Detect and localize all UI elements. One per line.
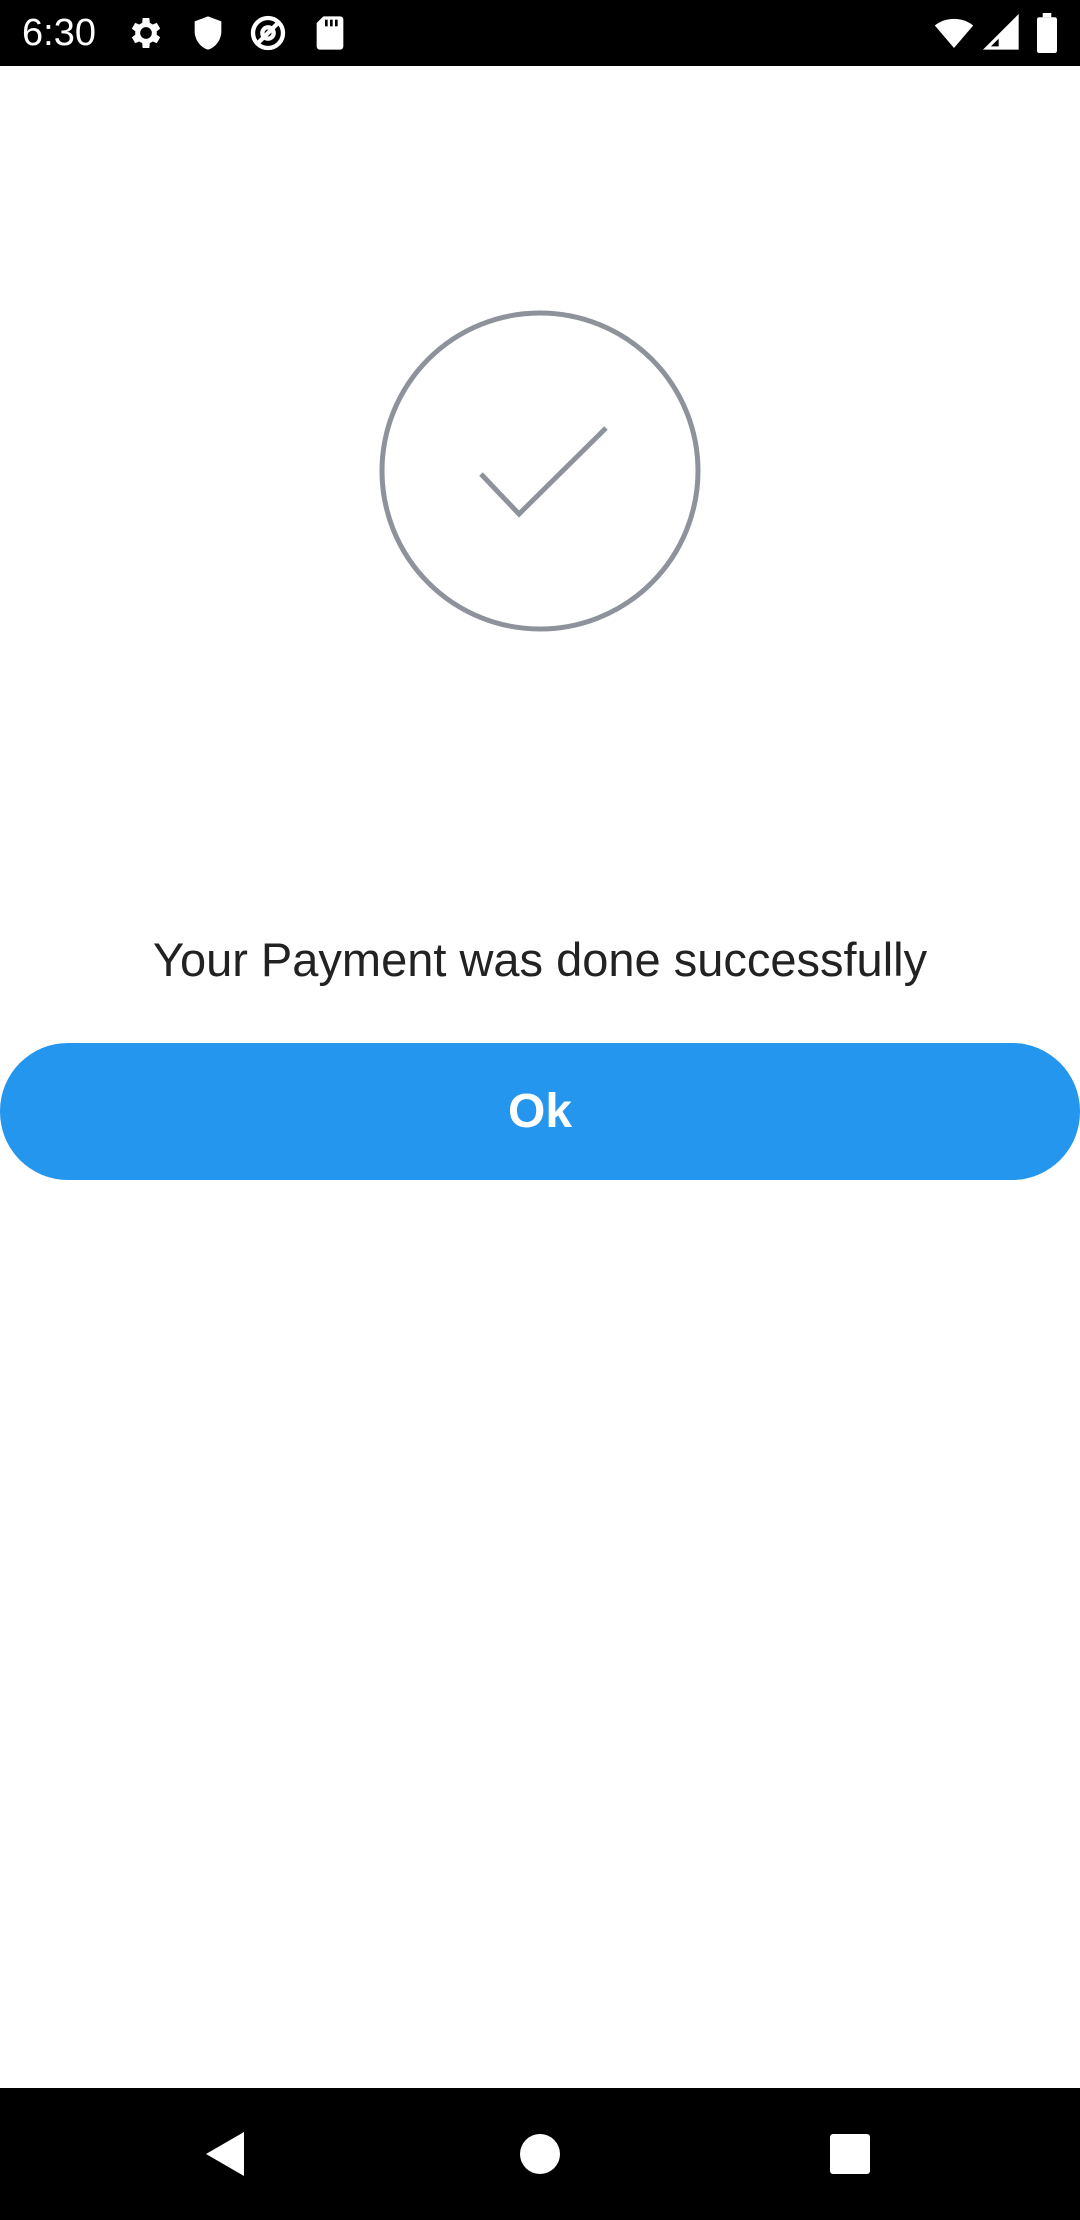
wifi-icon [934,13,974,53]
sd-card-icon [310,13,350,53]
check-circle-icon [378,309,702,633]
navigation-bar [0,2088,1080,2220]
ok-button[interactable]: Ok [0,1043,1080,1180]
recents-icon[interactable] [814,2118,886,2190]
battery-icon [1030,13,1064,53]
at-sign-icon [248,13,288,53]
payment-success-screen: 6:30 Your Payment was done successfully … [0,0,1080,2220]
ok-button-label: Ok [507,1085,573,1138]
cell-signal-icon [982,13,1022,53]
shield-icon [188,13,228,53]
back-icon[interactable] [190,2118,262,2190]
home-icon[interactable] [504,2118,576,2190]
status-bar: 6:30 [0,0,1080,66]
status-time: 6:30 [22,12,96,54]
gear-icon [126,13,166,53]
success-message: Your Payment was done successfully [152,933,928,986]
